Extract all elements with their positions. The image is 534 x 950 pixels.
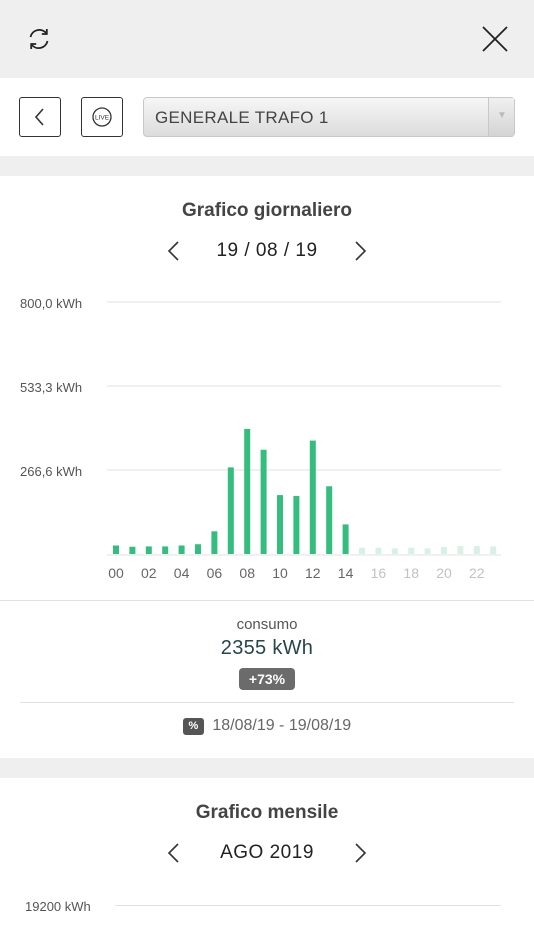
daily-chart-title: Grafico giornaliero [182,200,352,221]
x-tick-label: 22 [469,565,485,581]
percent-icon: % [182,717,204,735]
chevron-right-icon[interactable] [352,240,368,262]
bar-hour-17 [391,548,398,554]
compare-range-text: 18/08/19 - 19/08/19 [212,717,352,734]
live-icon: LIVE [92,107,112,127]
x-tick-label: 12 [305,565,321,581]
daily-bar-chart: 266,6 kWh 533,3 kWh 800,0 kWh 00 02 04 06 08 10 1… [20,296,501,581]
bar-hour-11 [293,496,300,554]
y-tick-label: 800,0 kWh [20,296,82,311]
chevron-down-icon: ▼ [497,110,507,121]
x-tick-label: 10 [272,565,288,581]
monthly-chart-title: Grafico mensile [195,802,339,823]
bar-hour-06 [211,531,218,554]
bar-hour-09 [260,449,267,554]
bar-hour-21 [457,546,464,554]
monthly-y-tick-label: 19200 kWh [25,899,91,914]
compare-range: % 18/08/19 - 19/08/19 [0,717,534,735]
bar-hour-15 [359,547,365,554]
bar-hour-12 [309,440,316,554]
x-tick-label: 04 [174,565,190,581]
dropdown-arrow[interactable]: ▼ [488,98,514,136]
x-tick-label: 00 [108,565,124,581]
bar-hour-19 [424,548,431,554]
divider [20,702,514,703]
close-icon[interactable] [478,22,512,56]
consumo-value: 2355 kWh [220,637,314,659]
refresh-icon[interactable] [24,24,54,54]
y-tick-label: 266,6 kWh [20,464,82,479]
chevron-right-icon[interactable] [352,842,368,864]
x-tick-label: 06 [207,565,223,581]
bar-hour-04 [178,545,185,554]
meter-selector[interactable]: GENERALE TRAFO 1 ▼ [143,97,515,137]
bar-hour-16 [375,547,382,554]
bar-hour-02 [145,546,152,554]
daily-chart-card: Grafico giornaliero 19 / 08 / 19 266,6 k… [0,176,534,758]
x-tick-label: 08 [239,565,255,581]
meter-selector-value: GENERALE TRAFO 1 [155,108,329,127]
y-tick-label: 533,3 kWh [20,380,82,395]
top-bar [0,0,534,78]
x-tick-label: 20 [436,565,452,581]
bar-hour-14 [342,524,349,554]
back-button[interactable] [19,97,61,137]
x-tick-label: 16 [371,565,387,581]
bar-hour-03 [162,546,169,554]
x-tick-label: 18 [403,565,419,581]
live-label: LIVE [95,115,110,122]
consumo-label: consumo [236,616,298,633]
monthly-date-nav: AGO 2019 [0,838,534,868]
daily-date-nav: 19 / 08 / 19 [0,236,534,266]
bar-hour-23 [490,546,497,554]
daily-date: 19 / 08 / 19 [216,240,318,261]
bar-hour-08 [244,428,251,554]
bar-hour-18 [408,547,415,554]
divider [0,600,534,601]
bar-hour-10 [277,495,283,554]
monthly-date: AGO 2019 [220,842,314,863]
live-button[interactable]: LIVE [81,97,123,137]
bar-hour-20 [441,547,447,554]
bar-hour-01 [129,546,136,554]
bar-hour-07 [227,467,234,554]
monthly-chart-card: Grafico mensile AGO 2019 19200 kWh [0,778,534,950]
bar-hour-00 [113,545,119,554]
bar-hour-22 [473,546,480,554]
change-badge: +73% [239,668,295,690]
x-tick-label: 14 [338,565,354,581]
x-tick-label: 02 [141,565,157,581]
bar-hour-05 [195,544,201,554]
monthly-gridline [115,905,501,906]
toolbar: LIVE GENERALE TRAFO 1 ▼ [0,78,534,156]
chevron-left-icon [34,108,44,126]
bar-hour-13 [326,486,333,554]
